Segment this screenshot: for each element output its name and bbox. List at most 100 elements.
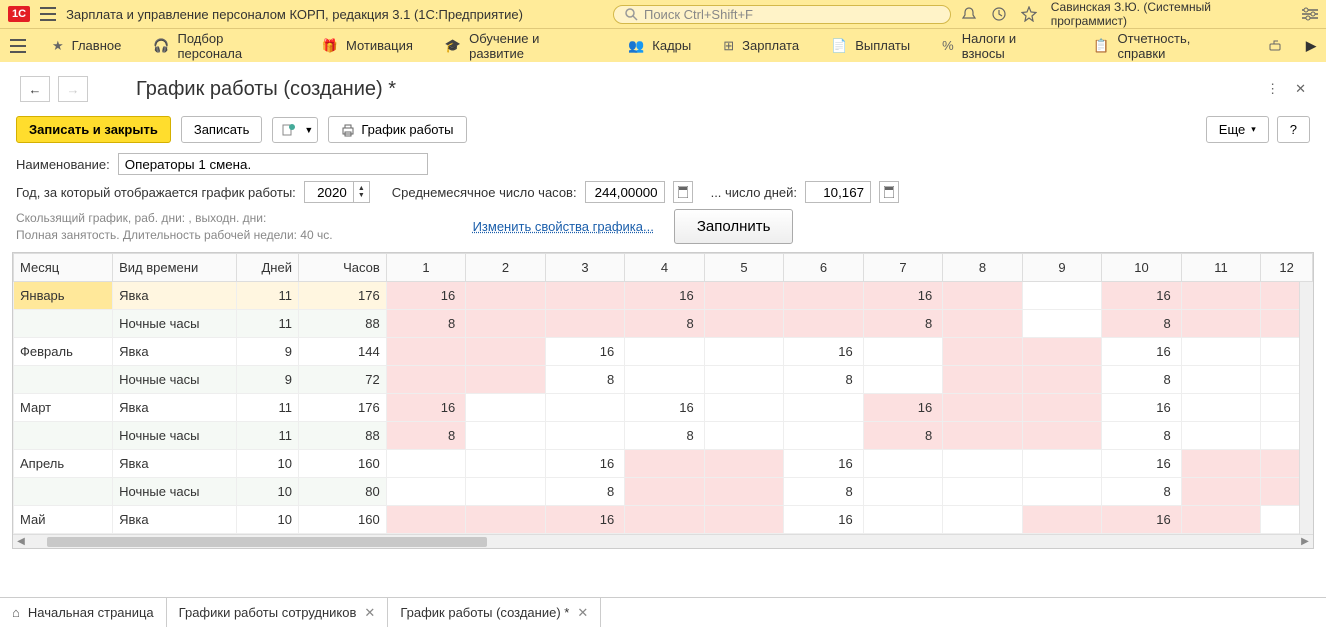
col-hours[interactable]: Часов [298,254,386,282]
cell-day[interactable] [1181,282,1261,310]
cell-day[interactable] [704,366,784,394]
table-row[interactable]: ФевральЯвка9144161616 [14,338,1313,366]
cell-day[interactable]: 16 [863,394,943,422]
cell-day[interactable] [625,450,705,478]
cell-day[interactable] [1022,338,1102,366]
bottom-tab[interactable]: Графики работы сотрудников✕ [167,598,389,627]
cell-day[interactable]: 16 [1102,282,1182,310]
close-icon[interactable]: ✕ [577,605,588,621]
table-row[interactable]: Ночные часы11888888 [14,310,1313,338]
vertical-scrollbar[interactable] [1299,282,1313,534]
col-day-6[interactable]: 6 [784,254,864,282]
nav-Подбор персонала[interactable]: 🎧Подбор персонала [137,29,306,63]
cell-day[interactable] [1022,394,1102,422]
menu-toggle-icon[interactable] [0,39,36,53]
cell-day[interactable]: 8 [863,310,943,338]
cell-month[interactable] [14,310,113,338]
tool-icon[interactable] [1256,38,1296,54]
cell-day[interactable] [386,450,466,478]
cell-day[interactable]: 16 [545,506,625,534]
cell-type[interactable]: Ночные часы [113,366,237,394]
cell-month[interactable]: Апрель [14,450,113,478]
menu-scroll-right-icon[interactable]: ▶ [1296,38,1326,54]
cell-day[interactable] [863,478,943,506]
col-day-10[interactable]: 10 [1102,254,1182,282]
calc-hours-button[interactable] [673,181,693,203]
cell-month[interactable] [14,478,113,506]
cell-day[interactable] [943,478,1023,506]
cell-day[interactable] [545,394,625,422]
cell-type[interactable]: Явка [113,450,237,478]
attach-button[interactable]: ▼ [272,117,318,143]
col-day-1[interactable]: 1 [386,254,466,282]
cell-day[interactable] [1022,310,1102,338]
avg-days-input[interactable] [805,181,871,203]
cell-day[interactable] [943,506,1023,534]
cell-day[interactable] [943,338,1023,366]
cell-day[interactable]: 8 [1102,366,1182,394]
cell-day[interactable] [1022,506,1102,534]
cell-day[interactable] [1181,422,1261,450]
cell-hours[interactable]: 88 [298,422,386,450]
cell-days[interactable]: 9 [237,338,299,366]
nav-Выплаты[interactable]: 📄Выплаты [815,29,926,63]
cell-day[interactable] [625,478,705,506]
nav-Обучение и развитие[interactable]: 🎓Обучение и развитие [429,29,612,63]
cell-hours[interactable]: 88 [298,310,386,338]
cell-day[interactable] [466,422,546,450]
table-row[interactable]: АпрельЯвка10160161616 [14,450,1313,478]
cell-day[interactable] [704,394,784,422]
cell-day[interactable] [625,338,705,366]
col-day-4[interactable]: 4 [625,254,705,282]
cell-day[interactable] [943,422,1023,450]
cell-type[interactable]: Ночные часы [113,478,237,506]
cell-day[interactable] [1022,450,1102,478]
cell-day[interactable] [1181,310,1261,338]
cell-day[interactable] [863,506,943,534]
cell-hours[interactable]: 80 [298,478,386,506]
cell-days[interactable]: 11 [237,394,299,422]
table-row[interactable]: Ночные часы11888888 [14,422,1313,450]
cell-day[interactable] [943,282,1023,310]
cell-day[interactable]: 8 [1102,310,1182,338]
settings-icon[interactable] [1302,7,1318,21]
cell-day[interactable] [466,450,546,478]
cell-hours[interactable]: 160 [298,506,386,534]
cell-day[interactable] [704,478,784,506]
scroll-right-icon[interactable]: ▶ [1297,536,1313,547]
col-day-12[interactable]: 12 [1261,254,1313,282]
cell-day[interactable] [863,366,943,394]
cell-day[interactable]: 16 [784,338,864,366]
cell-day[interactable] [1022,282,1102,310]
cell-day[interactable] [386,506,466,534]
horizontal-scrollbar[interactable]: ◀ ▶ [13,534,1313,548]
cell-hours[interactable]: 144 [298,338,386,366]
cell-day[interactable] [1022,366,1102,394]
cell-type[interactable]: Явка [113,338,237,366]
cell-day[interactable]: 8 [625,310,705,338]
cell-hours[interactable]: 160 [298,450,386,478]
cell-day[interactable] [863,338,943,366]
cell-day[interactable] [466,282,546,310]
cell-type[interactable]: Явка [113,506,237,534]
edit-properties-link[interactable]: Изменить свойства графика... [473,219,654,234]
cell-day[interactable] [545,310,625,338]
cell-day[interactable]: 16 [1102,450,1182,478]
cell-month[interactable]: Май [14,506,113,534]
col-day-5[interactable]: 5 [704,254,784,282]
scroll-left-icon[interactable]: ◀ [13,536,29,547]
cell-day[interactable] [704,338,784,366]
cell-day[interactable] [1181,394,1261,422]
col-day-7[interactable]: 7 [863,254,943,282]
cell-day[interactable] [1181,338,1261,366]
cell-day[interactable]: 8 [784,366,864,394]
avg-hours-input[interactable] [585,181,665,203]
name-input[interactable] [118,153,428,175]
page-menu-icon[interactable]: ⋮ [1266,81,1279,97]
cell-hours[interactable]: 176 [298,282,386,310]
cell-day[interactable]: 16 [386,282,466,310]
star-icon[interactable] [1021,6,1037,22]
cell-day[interactable]: 8 [386,422,466,450]
cell-day[interactable] [704,506,784,534]
cell-day[interactable]: 8 [1102,422,1182,450]
